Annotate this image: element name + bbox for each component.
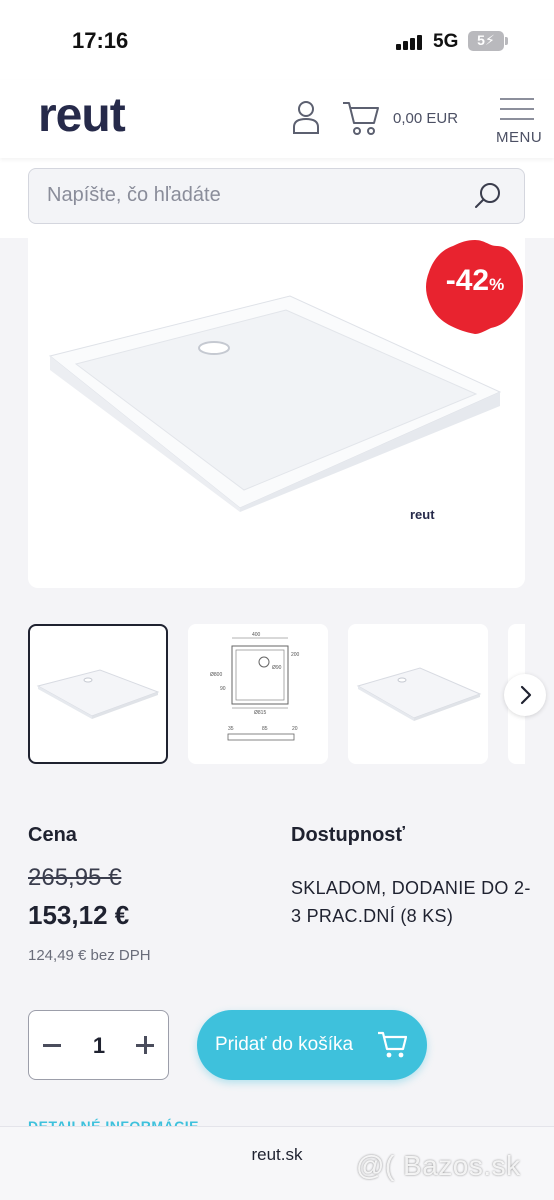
dim-label: Ø800 bbox=[210, 672, 222, 678]
search-bar: Napíšte, čo hľadáte bbox=[0, 158, 554, 238]
dim-label: Ø815 bbox=[254, 710, 266, 716]
price-without-vat: 124,49 € bez DPH bbox=[28, 947, 151, 964]
add-to-cart-button[interactable]: Pridať do košíka bbox=[197, 1010, 427, 1080]
thumbnail-next-button[interactable] bbox=[504, 674, 546, 716]
dim-label: 200 bbox=[291, 652, 300, 658]
discount-unit: % bbox=[489, 275, 505, 294]
quantity-increase-button[interactable] bbox=[136, 1036, 154, 1054]
dim-label: 85 bbox=[262, 726, 268, 732]
discount-badge: -42% bbox=[425, 238, 525, 334]
logo[interactable]: reut bbox=[38, 88, 126, 143]
chevron-right-icon bbox=[520, 685, 532, 705]
add-to-cart-label: Pridať do košíka bbox=[215, 1034, 354, 1055]
quantity-decrease-button[interactable] bbox=[43, 1044, 61, 1047]
search-icon[interactable] bbox=[474, 182, 502, 210]
quantity-value[interactable]: 1 bbox=[85, 1033, 113, 1059]
price-label: Cena bbox=[28, 824, 77, 846]
availability-value: SKLADOM, DODANIE DO 2-3 PRAC.DNÍ (8 KS) bbox=[291, 878, 531, 926]
user-icon[interactable] bbox=[292, 100, 320, 134]
thumbnail-strip: 400 200 Ø90 Ø800 90 Ø815 35 85 20 bbox=[28, 624, 525, 766]
search-placeholder: Napíšte, čo hľadáte bbox=[47, 184, 221, 206]
current-price: 153,12 € bbox=[28, 900, 130, 930]
dim-label: 20 bbox=[292, 726, 298, 732]
network-type: 5G bbox=[433, 31, 459, 52]
cart-icon bbox=[378, 1031, 407, 1058]
battery-icon: 5⚡ bbox=[468, 31, 504, 51]
signal-icon bbox=[396, 34, 426, 50]
site-header: reut 0,00 EUR MENU bbox=[0, 80, 554, 158]
status-bar: 17:16 5G 5⚡ bbox=[0, 0, 554, 80]
menu-label: MENU bbox=[496, 129, 543, 146]
dim-label: 35 bbox=[228, 726, 234, 732]
cart-total[interactable]: 0,00 EUR bbox=[393, 110, 458, 127]
availability-label: Dostupnosť bbox=[291, 824, 406, 846]
thumbnail-2-drawing[interactable]: 400 200 Ø90 Ø800 90 Ø815 35 85 20 bbox=[188, 624, 328, 764]
battery-tip bbox=[505, 37, 508, 45]
search-input[interactable]: Napíšte, čo hľadáte bbox=[28, 168, 525, 224]
bazos-watermark: @( Bazos.sk bbox=[356, 1150, 521, 1181]
cart-icon[interactable] bbox=[342, 100, 380, 136]
discount-value: -42 bbox=[445, 264, 490, 297]
dim-label: 400 bbox=[252, 632, 261, 638]
image-watermark: reut bbox=[410, 507, 435, 522]
hamburger-icon bbox=[500, 98, 534, 100]
old-price: 265,95 € bbox=[28, 864, 122, 891]
menu-button[interactable]: MENU bbox=[496, 98, 543, 148]
product-detail: reut -42% 400 200 Ø90 Ø800 90 Ø815 35 85… bbox=[0, 238, 554, 1200]
dim-label: 90 bbox=[220, 686, 226, 692]
thumbnail-3[interactable] bbox=[348, 624, 488, 764]
quantity-stepper: 1 bbox=[28, 1010, 169, 1080]
battery-level: 5 bbox=[477, 32, 485, 48]
status-time: 17:16 bbox=[72, 28, 129, 53]
thumbnail-1[interactable] bbox=[28, 624, 168, 764]
dim-label: Ø90 bbox=[272, 665, 282, 671]
